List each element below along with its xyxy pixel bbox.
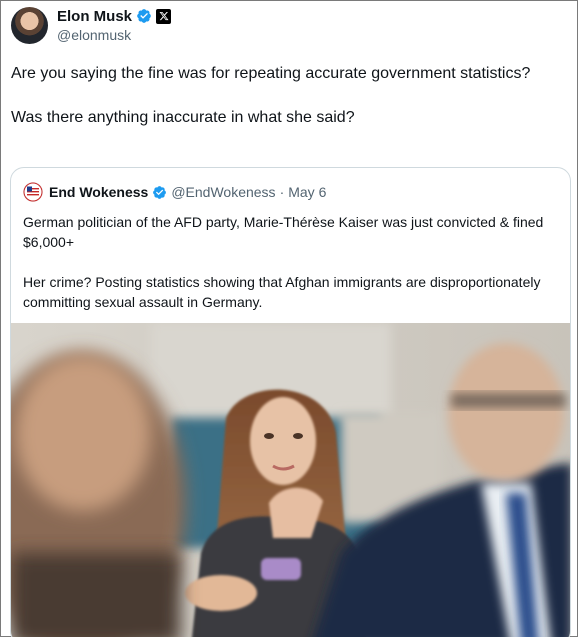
- x-logo-icon: [156, 8, 172, 24]
- quoted-paragraph: German politician of the AFD party, Mari…: [23, 214, 544, 250]
- tweet-author: Elon Musk @elonmusk: [11, 5, 172, 45]
- quoted-tweet-header: End Wokeness @EndWokeness · May 6: [23, 182, 326, 202]
- author-info: Elon Musk @elonmusk: [57, 7, 172, 43]
- screenshot-frame: Elon Musk @elonmusk Are you saying the f…: [0, 0, 578, 637]
- quoted-author-handle[interactable]: @EndWokeness: [171, 184, 275, 200]
- author-handle[interactable]: @elonmusk: [57, 27, 171, 43]
- author-name[interactable]: Elon Musk: [57, 8, 132, 25]
- quoted-tweet-photo[interactable]: [11, 323, 570, 637]
- header-separator: ·: [279, 184, 285, 200]
- author-name-row: Elon Musk: [57, 7, 172, 25]
- verified-badge-icon: [153, 185, 167, 199]
- quoted-author-avatar[interactable]: [23, 182, 43, 202]
- quoted-paragraph: Her crime? Posting statistics showing th…: [23, 274, 541, 310]
- author-avatar[interactable]: [11, 6, 48, 44]
- quoted-tweet-card[interactable]: End Wokeness @EndWokeness · May 6 German…: [10, 167, 571, 637]
- quoted-tweet-body: German politician of the AFD party, Mari…: [23, 212, 563, 312]
- tweet-body: Are you saying the fine was for repeatin…: [11, 62, 566, 130]
- verified-badge-icon: [137, 9, 151, 23]
- quoted-tweet-date[interactable]: May 6: [288, 184, 326, 200]
- tweet-paragraph: Are you saying the fine was for repeatin…: [11, 65, 531, 82]
- quoted-author-name[interactable]: End Wokeness: [49, 184, 148, 200]
- tweet-paragraph: Was there anything inaccurate in what sh…: [11, 109, 355, 126]
